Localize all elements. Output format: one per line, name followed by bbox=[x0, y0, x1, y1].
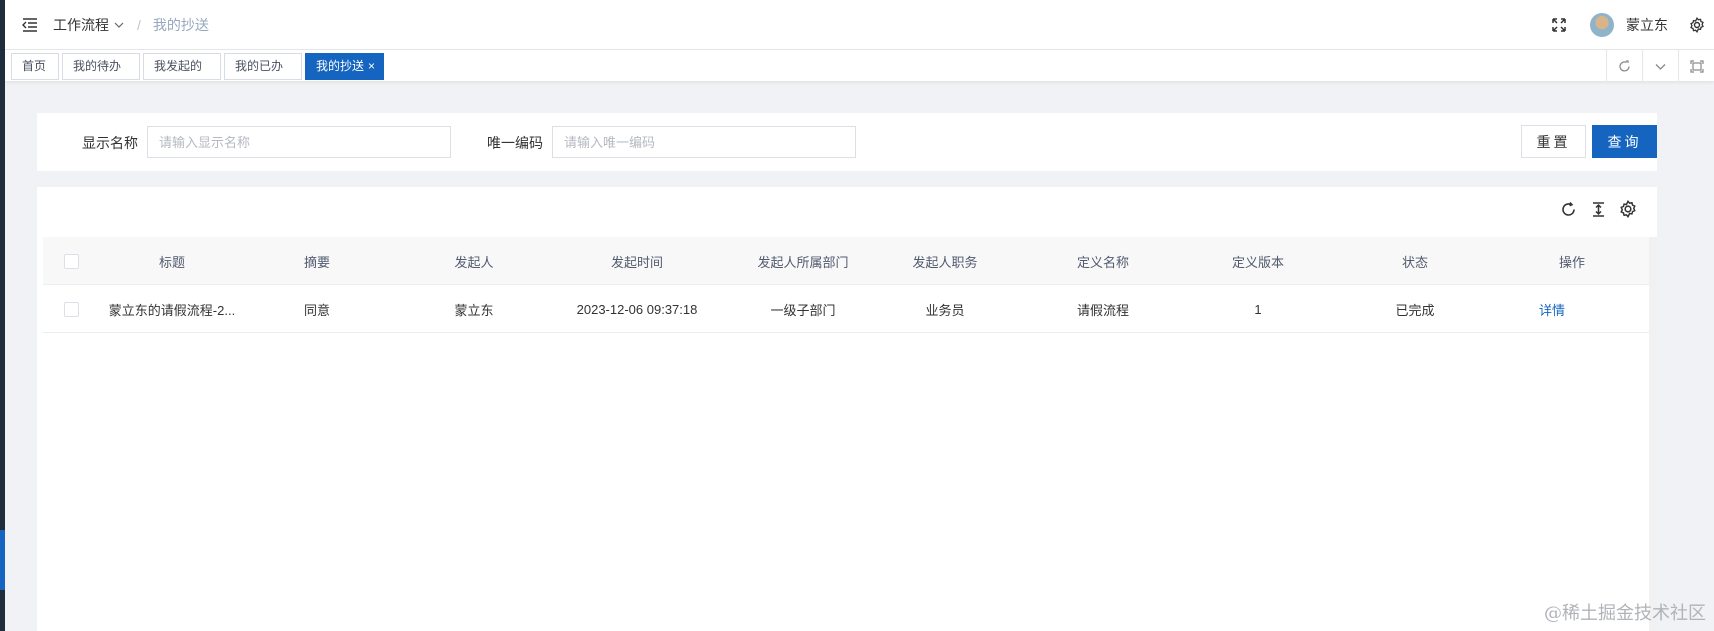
breadcrumb-parent[interactable]: 工作流程 bbox=[53, 15, 125, 35]
column-settings-button[interactable] bbox=[1613, 197, 1643, 221]
refresh-icon bbox=[1619, 59, 1630, 72]
select-all-checkbox[interactable] bbox=[63, 253, 79, 269]
display-name-label: 显示名称 bbox=[82, 135, 138, 151]
header-position[interactable]: 发起人职务 bbox=[885, 237, 1005, 285]
tag-label: 我的已办 bbox=[235, 59, 284, 73]
maximize-button[interactable] bbox=[1678, 50, 1714, 82]
display-name-input[interactable] bbox=[147, 126, 451, 158]
header-version[interactable]: 定义版本 bbox=[1203, 237, 1313, 285]
sidebar-active-indicator bbox=[0, 530, 5, 590]
tag-close-icon[interactable]: × bbox=[368, 59, 375, 73]
column-height-button[interactable] bbox=[1583, 197, 1613, 221]
refresh-icon bbox=[1561, 201, 1575, 216]
header-action: 操作 bbox=[1558, 254, 1585, 270]
select-all-cell bbox=[43, 237, 99, 285]
tag-my-cc[interactable]: 我的抄送 × bbox=[305, 53, 384, 80]
header-time[interactable]: 发起时间 bbox=[557, 237, 717, 285]
tag-label: 我发起的 bbox=[154, 59, 203, 73]
row-select-cell bbox=[43, 285, 99, 333]
sidebar-edge bbox=[0, 0, 5, 631]
tag-my-todo[interactable]: 我的待办 bbox=[62, 53, 140, 80]
maximize-icon bbox=[1689, 59, 1704, 73]
data-table: 标题 摘要 发起人 发起时间 发起人所属部门 发起人职务 定义名称 定义版本 状… bbox=[43, 237, 1649, 333]
fullscreen-button[interactable] bbox=[1542, 8, 1576, 42]
header-initiator[interactable]: 发起人 bbox=[419, 237, 529, 285]
tag-label: 我的抄送 bbox=[316, 59, 365, 73]
tag-my-done[interactable]: 我的已办 bbox=[224, 53, 302, 80]
header-definition[interactable]: 定义名称 bbox=[1043, 237, 1163, 285]
tag-menu-button[interactable] bbox=[1642, 50, 1678, 82]
table-row[interactable]: 蒙立东的请假流程-2... 同意 蒙立东 2023-12-06 09:37:18… bbox=[43, 285, 1649, 333]
column-height-icon bbox=[1592, 201, 1604, 217]
breadcrumb-parent-label: 工作流程 bbox=[53, 16, 109, 33]
cell-department: 一级子部门 bbox=[770, 302, 836, 318]
row-checkbox[interactable] bbox=[63, 301, 79, 317]
header-title[interactable]: 标题 bbox=[99, 237, 245, 285]
table-card: 标题 摘要 发起人 发起时间 发起人所属部门 发起人职务 定义名称 定义版本 状… bbox=[37, 187, 1657, 631]
cell-summary: 同意 bbox=[303, 302, 330, 318]
fullscreen-icon bbox=[1552, 17, 1566, 32]
code-label: 唯一编码 bbox=[487, 135, 543, 151]
gear-icon bbox=[1620, 200, 1636, 218]
table-header: 标题 摘要 发起人 发起时间 发起人所属部门 发起人职务 定义名称 定义版本 状… bbox=[43, 237, 1649, 285]
cell-initiator: 蒙立东 bbox=[454, 302, 494, 318]
breadcrumb: 工作流程 / 我的抄送 bbox=[53, 15, 209, 35]
hamburger-icon bbox=[22, 17, 37, 32]
cell-title: 蒙立东的请假流程-2... bbox=[108, 302, 236, 318]
tag-home[interactable]: 首页 bbox=[11, 53, 59, 80]
tag-label: 我的待办 bbox=[73, 59, 122, 73]
cell-definition: 请假流程 bbox=[1076, 302, 1129, 318]
code-input[interactable] bbox=[552, 126, 856, 158]
tag-my-initiated[interactable]: 我发起的 bbox=[143, 53, 221, 80]
search-form: 显示名称 唯一编码 重置 查询 bbox=[37, 113, 1657, 171]
cell-time: 2023-12-06 09:37:18 bbox=[576, 301, 698, 317]
breadcrumb-current: 我的抄送 bbox=[152, 16, 209, 33]
avatar[interactable] bbox=[1590, 12, 1614, 37]
cell-position: 业务员 bbox=[925, 302, 965, 318]
watermark: @稀土掘金技术社区 bbox=[1544, 603, 1706, 624]
refresh-tag-button[interactable] bbox=[1606, 50, 1642, 82]
header-summary[interactable]: 摘要 bbox=[262, 237, 372, 285]
reset-button[interactable]: 重置 bbox=[1521, 125, 1586, 158]
tags-view-bar: 首页 我的待办 我发起的 我的已办 我的抄送 × bbox=[5, 50, 1714, 82]
table-scrollbar[interactable] bbox=[1649, 237, 1657, 631]
query-button[interactable]: 查询 bbox=[1592, 125, 1657, 158]
cell-action: 详情 bbox=[1517, 285, 1587, 333]
header-status[interactable]: 状态 bbox=[1360, 237, 1470, 285]
header-department[interactable]: 发起人所属部门 bbox=[723, 237, 883, 285]
cell-status: 已完成 bbox=[1395, 302, 1435, 318]
settings-button[interactable] bbox=[1680, 8, 1714, 42]
sidebar-toggle-button[interactable] bbox=[13, 0, 47, 50]
gear-icon bbox=[1690, 16, 1704, 33]
breadcrumb-separator: / bbox=[137, 16, 141, 33]
top-navbar: 工作流程 / 我的抄送 蒙立东 bbox=[5, 0, 1714, 50]
cell-version: 1 bbox=[1254, 301, 1262, 317]
user-name[interactable]: 蒙立东 bbox=[1626, 15, 1668, 35]
chevron-down-icon bbox=[114, 22, 124, 28]
chevron-down-icon bbox=[1655, 63, 1666, 70]
detail-link[interactable]: 详情 bbox=[1539, 300, 1565, 319]
tag-label: 首页 bbox=[22, 59, 47, 73]
refresh-table-button[interactable] bbox=[1553, 197, 1583, 221]
